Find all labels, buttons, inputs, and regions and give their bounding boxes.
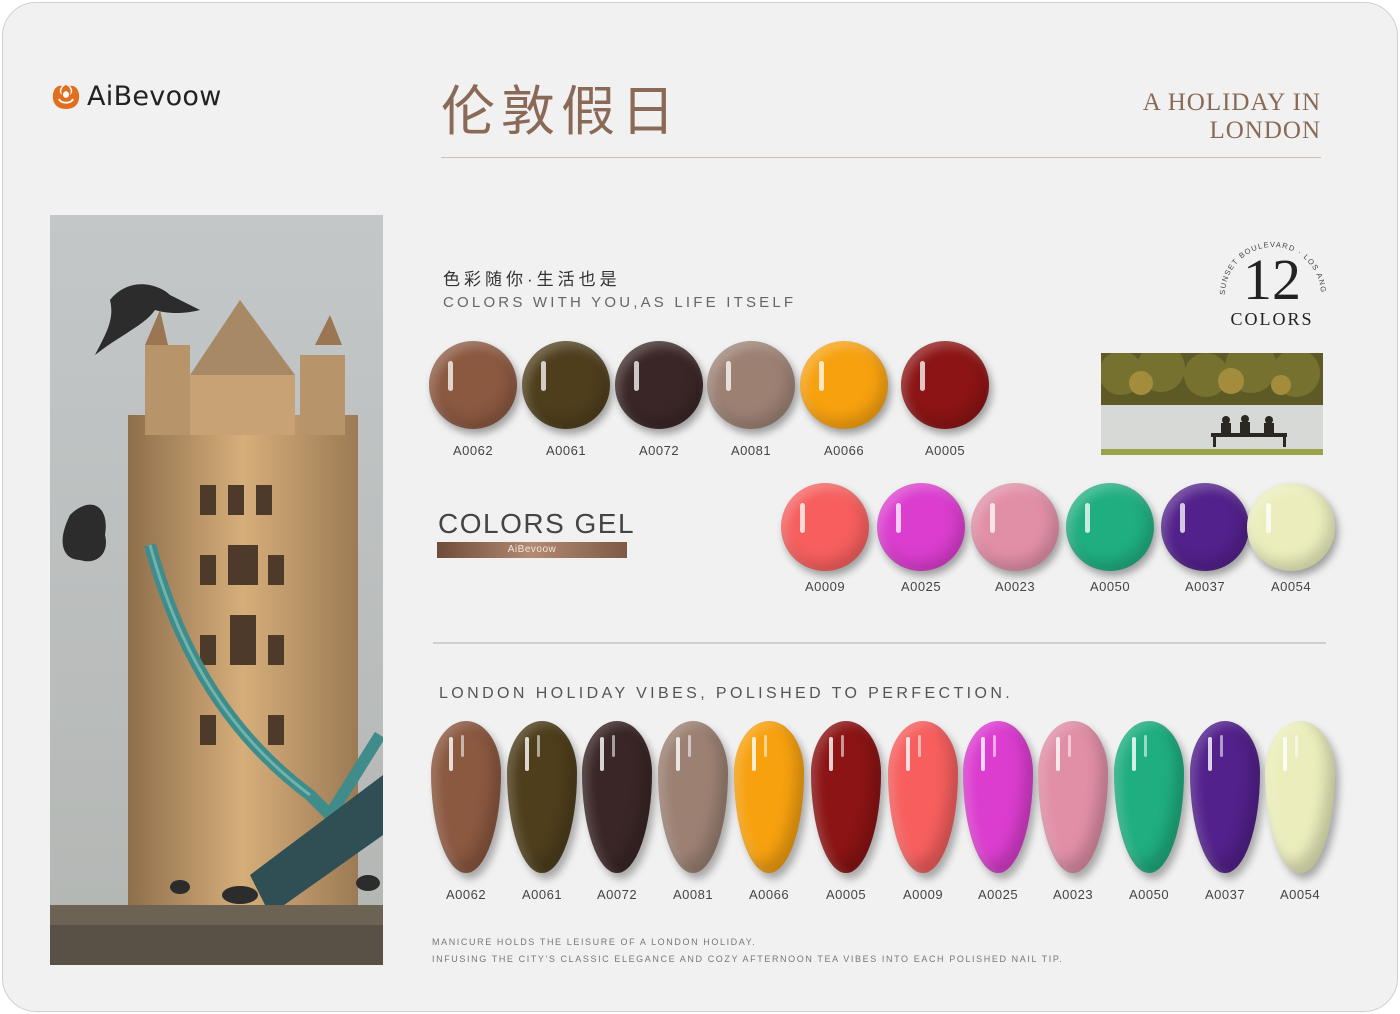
footer-line-1: MANICURE HOLDS THE LEISURE OF A LONDON H… — [432, 937, 757, 947]
title-en-line2: LONDON — [1209, 117, 1321, 144]
badge-label: COLORS — [1230, 309, 1314, 329]
footer-line-2: INFUSING THE CITY'S CLASSIC ELEGANCE AND… — [432, 954, 1064, 964]
color-swatch-a0009 — [781, 483, 869, 571]
nail-tip-a0005 — [811, 721, 881, 873]
color-swatch-a0005 — [901, 341, 989, 429]
park-bench-illustration — [1101, 353, 1323, 455]
nail-tip-a0066 — [734, 721, 804, 873]
product-card: AiBevoow 伦敦假日 A HOLIDAY IN LONDON 色彩随你·生… — [2, 2, 1398, 1012]
color-swatch-a0023 — [971, 483, 1059, 571]
brand-logo: AiBevoow — [49, 79, 222, 113]
page-title-cn: 伦敦假日 — [441, 80, 681, 143]
slogan-en: COLORS WITH YOU,AS LIFE ITSELF — [443, 294, 797, 311]
tower-bridge-illustration — [50, 215, 383, 965]
slogan-cn: 色彩随你·生活也是 — [443, 270, 621, 289]
park-bench-photo — [1101, 353, 1323, 455]
color-swatch-a0050 — [1066, 483, 1154, 571]
color-swatch-a0066 — [800, 341, 888, 429]
swatch-code-label: A0023 — [994, 579, 1036, 594]
nail-tip-a0062 — [431, 721, 501, 873]
swatch-code-label: A0081 — [730, 443, 772, 458]
nail-tip-a0061 — [507, 721, 577, 873]
nail-tip-a0025 — [963, 721, 1033, 873]
brand-name: AiBevoow — [87, 80, 222, 112]
vibes-heading: LONDON HOLIDAY VIBES, POLISHED TO PERFEC… — [439, 685, 1014, 702]
colors-gel-title: COLORS GEL — [438, 508, 636, 539]
nail-tip-a0072 — [582, 721, 652, 873]
color-swatch-a0072 — [615, 341, 703, 429]
nail-tip-a0081 — [658, 721, 728, 873]
tower-bridge-photo — [50, 215, 383, 965]
colors-count-badge: SUNSET BOULEVARD · LOS ANGELES 12 COLORS — [1211, 233, 1333, 333]
swatch-code-label: A0054 — [1270, 579, 1312, 594]
swatch-code-label: A0005 — [924, 443, 966, 458]
rose-logo-icon — [52, 85, 80, 109]
swatch-code-label: A0061 — [545, 443, 587, 458]
page-title-en: A HOLIDAY IN LONDON — [1021, 89, 1321, 145]
swatch-code-label: A0037 — [1184, 579, 1226, 594]
badge-number: 12 — [1243, 247, 1301, 312]
color-swatch-a0037 — [1161, 483, 1249, 571]
section-divider — [433, 642, 1326, 644]
swatch-code-label: A0062 — [452, 443, 494, 458]
nail-tip-a0023 — [1038, 721, 1108, 873]
color-swatch-a0025 — [877, 483, 965, 571]
color-swatch-a0081 — [707, 341, 795, 429]
nail-tip-a0037 — [1190, 721, 1260, 873]
color-swatch-a0062 — [429, 341, 517, 429]
swatch-code-label: A0025 — [900, 579, 942, 594]
colors-gel-bar: AiBevoow — [437, 542, 627, 558]
color-swatch-a0061 — [522, 341, 610, 429]
swatch-code-label: A0009 — [804, 579, 846, 594]
nail-tip-a0054 — [1265, 721, 1335, 873]
nail-tip-a0050 — [1114, 721, 1184, 873]
title-divider — [441, 157, 1321, 158]
nail-tip-a0009 — [888, 721, 958, 873]
title-en-line1: A HOLIDAY IN — [1142, 89, 1321, 116]
color-swatch-a0054 — [1247, 483, 1335, 571]
swatch-code-label: A0050 — [1089, 579, 1131, 594]
nail-code-label: A0054 — [1279, 887, 1321, 902]
swatch-code-label: A0066 — [823, 443, 865, 458]
swatch-code-label: A0072 — [638, 443, 680, 458]
